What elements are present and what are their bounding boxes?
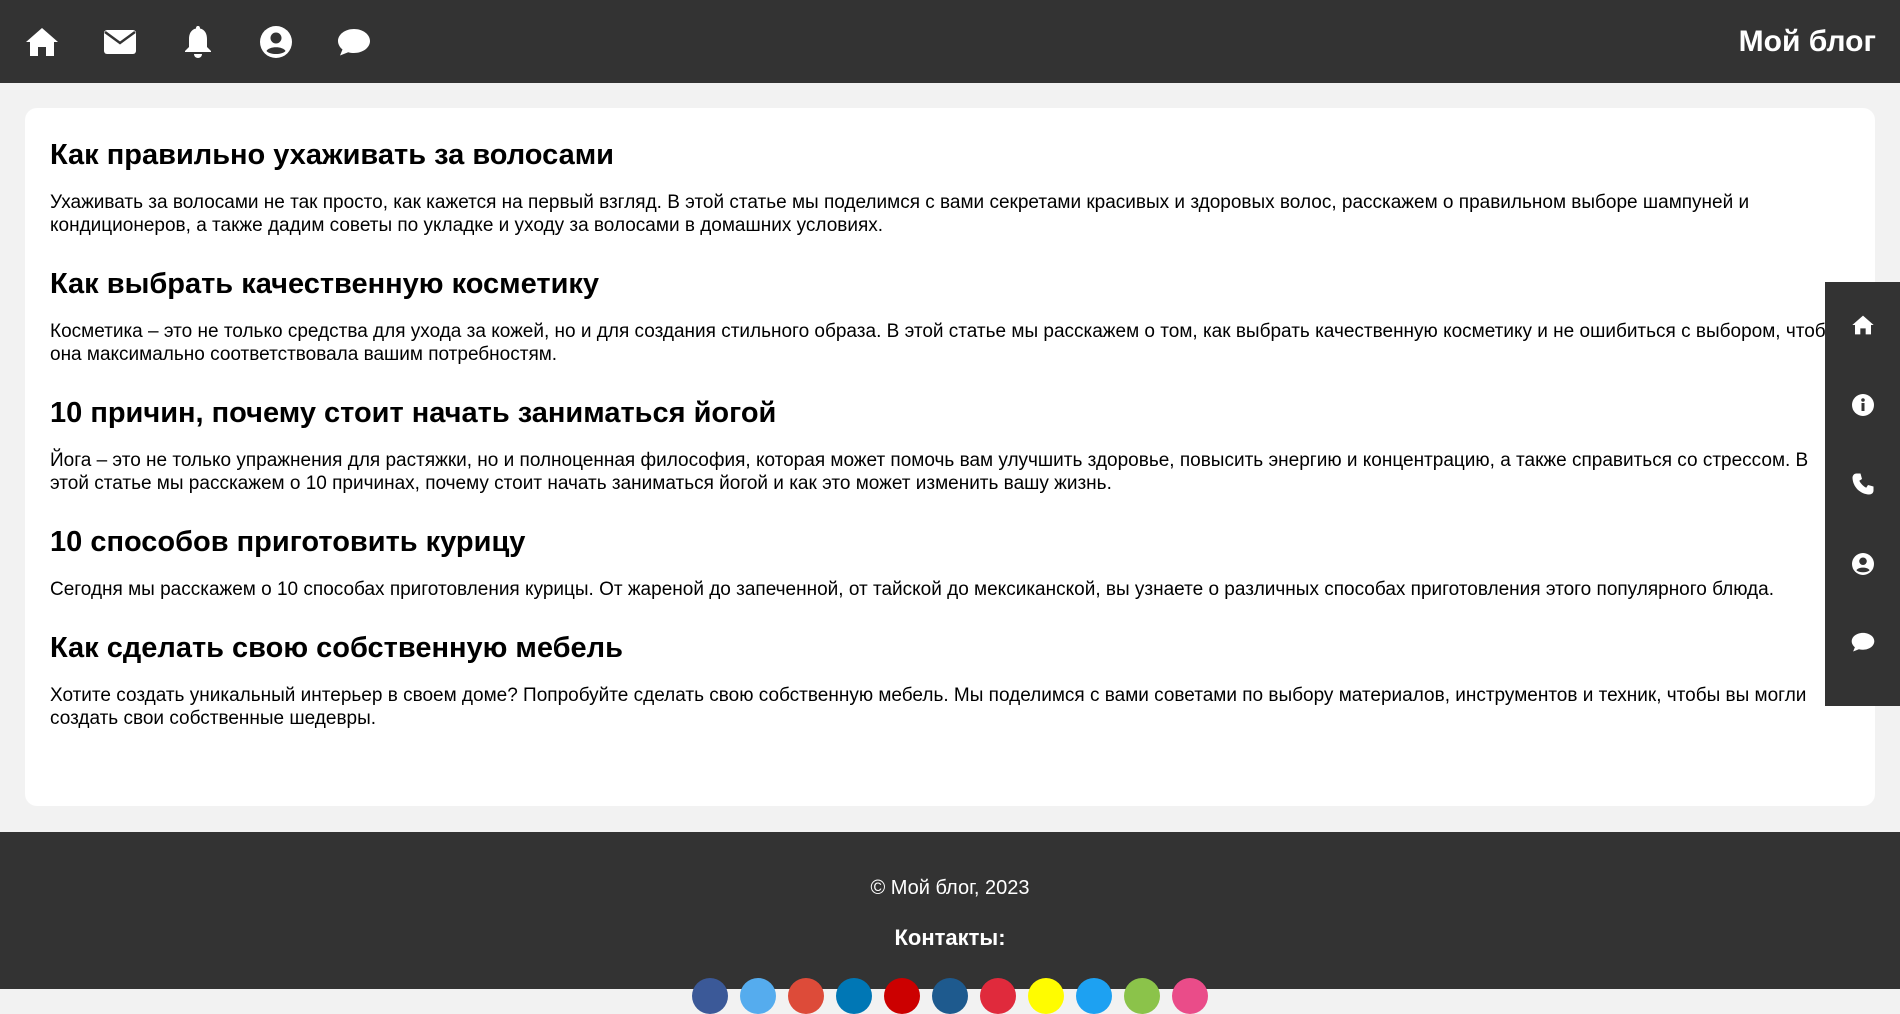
post-title[interactable]: 10 причин, почему стоит начать заниматьс… xyxy=(50,396,1850,430)
post-excerpt: Сегодня мы расскажем о 10 способах приго… xyxy=(50,579,1774,600)
social-link-icon[interactable] xyxy=(1124,978,1160,1014)
post-excerpt: Ухаживать за волосами не так просто, как… xyxy=(50,192,1750,236)
post-excerpt: Косметика – это не только средства для у… xyxy=(50,321,1840,365)
post-item: 10 причин, почему стоит начать заниматьс… xyxy=(50,396,1850,495)
social-link-icon[interactable] xyxy=(884,978,920,1014)
info-icon[interactable] xyxy=(1825,388,1900,468)
post-item: Как сделать свою собственную мебель Хоти… xyxy=(50,631,1850,730)
bell-icon[interactable] xyxy=(180,24,216,60)
social-link-icon[interactable] xyxy=(836,978,872,1014)
envelope-icon[interactable] xyxy=(102,24,138,60)
phone-icon[interactable] xyxy=(1825,467,1900,547)
home-icon[interactable] xyxy=(1825,308,1900,388)
post-item: 10 способов приготовить курицу Сегодня м… xyxy=(50,525,1850,601)
comment-icon[interactable] xyxy=(1825,626,1900,706)
post-title[interactable]: Как сделать свою собственную мебель xyxy=(50,631,1850,665)
post-title[interactable]: Как выбрать качественную косметику xyxy=(50,267,1850,301)
site-title[interactable]: Мой блог xyxy=(1739,0,1876,83)
post-item: Как выбрать качественную косметику Косме… xyxy=(50,267,1850,366)
social-link-icon[interactable] xyxy=(1076,978,1112,1014)
post-excerpt: Хотите создать уникальный интерьер в сво… xyxy=(50,685,1807,729)
social-link-icon[interactable] xyxy=(980,978,1016,1014)
posts-card: Как правильно ухаживать за волосами Ухаж… xyxy=(25,108,1875,806)
user-circle-icon[interactable] xyxy=(258,24,294,60)
social-link-icon[interactable] xyxy=(788,978,824,1014)
post-title[interactable]: 10 способов приготовить курицу xyxy=(50,525,1850,559)
top-nav xyxy=(0,24,414,60)
comment-icon[interactable] xyxy=(336,24,372,60)
social-link-icon[interactable] xyxy=(932,978,968,1014)
page-footer: © Мой блог, 2023 Контакты: xyxy=(0,832,1900,1014)
copyright-text: © Мой блог, 2023 xyxy=(870,877,1030,899)
side-nav xyxy=(1825,282,1900,706)
social-links xyxy=(0,978,1900,1014)
post-excerpt: Йога – это не только упражнения для раст… xyxy=(50,450,1809,494)
post-title[interactable]: Как правильно ухаживать за волосами xyxy=(50,138,1850,172)
social-link-icon[interactable] xyxy=(1028,978,1064,1014)
social-link-icon[interactable] xyxy=(692,978,728,1014)
home-icon[interactable] xyxy=(24,24,60,60)
post-item: Как правильно ухаживать за волосами Ухаж… xyxy=(50,138,1850,237)
user-circle-icon[interactable] xyxy=(1825,547,1900,627)
social-link-icon[interactable] xyxy=(1172,978,1208,1014)
contacts-heading: Контакты: xyxy=(894,925,1006,950)
social-link-icon[interactable] xyxy=(740,978,776,1014)
top-header: Мой блог xyxy=(0,0,1900,83)
